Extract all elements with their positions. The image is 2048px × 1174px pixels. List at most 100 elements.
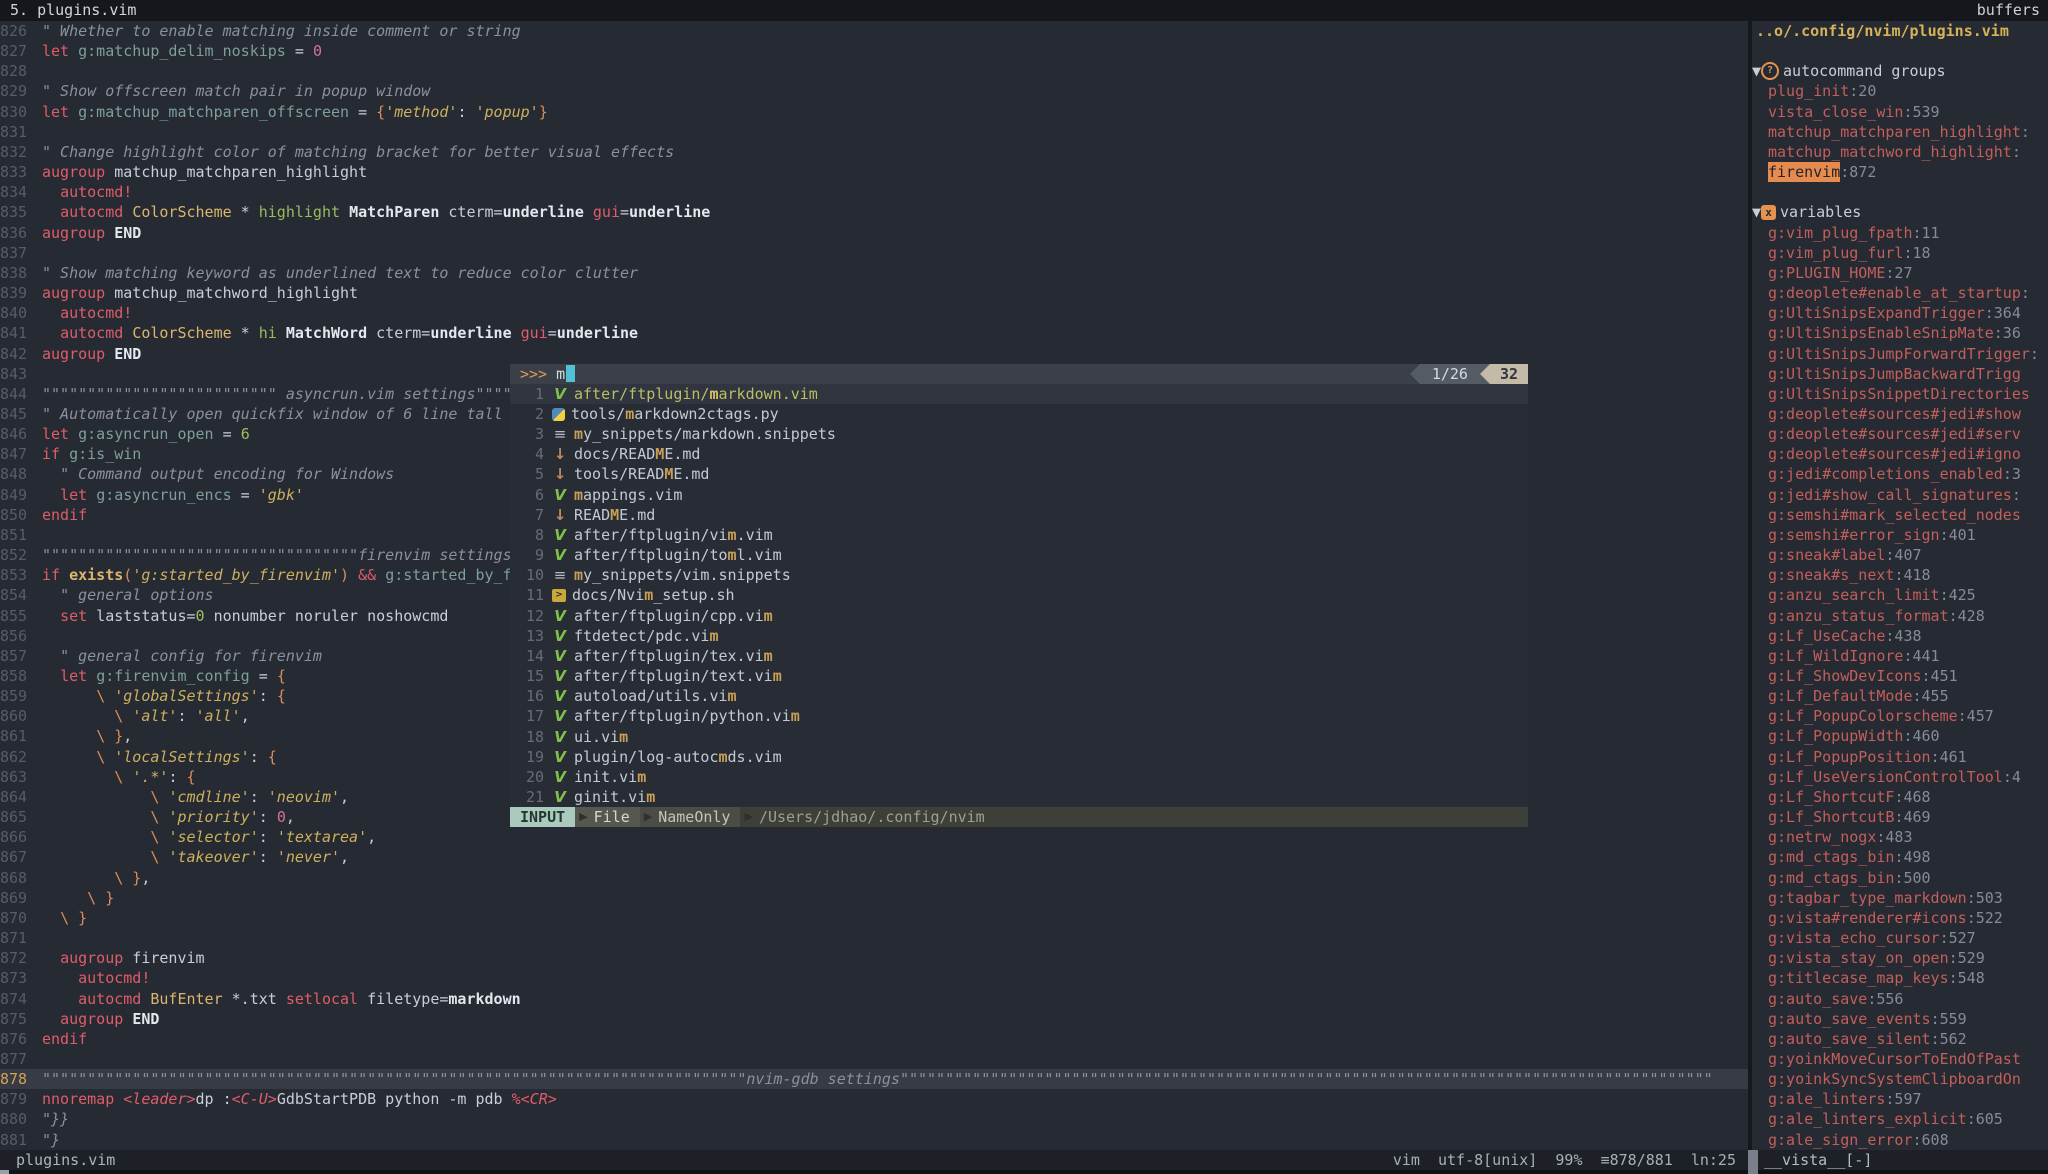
file-result-row[interactable]: 18Vui.vim: [510, 727, 1528, 747]
sidebar-tag-item[interactable]: g:ale_linters_explicit:605: [1752, 1109, 2048, 1129]
code-line[interactable]: 879nnoremap <leader>dp :<C-U>GdbStartPDB…: [0, 1089, 1748, 1109]
sidebar-section-header[interactable]: ▼?autocommand groups: [1752, 61, 2048, 81]
code-line[interactable]: 876endif: [0, 1029, 1748, 1049]
sidebar-tag-item[interactable]: g:UltiSnipsJumpBackwardTrigg: [1752, 364, 2048, 384]
code-line[interactable]: 867 \ 'takeover': 'never',: [0, 847, 1748, 867]
sidebar-tag-item[interactable]: g:Lf_WildIgnore:441: [1752, 646, 2048, 666]
search-input[interactable]: m: [556, 364, 565, 384]
sidebar-tag-item[interactable]: g:yoinkMoveCursorToEndOfPast: [1752, 1049, 2048, 1069]
code-line[interactable]: 872 augroup firenvim: [0, 948, 1748, 968]
file-result-row[interactable]: 13Vftdetect/pdc.vim: [510, 626, 1528, 646]
sidebar-tag-item[interactable]: g:Lf_DefaultMode:455: [1752, 686, 2048, 706]
code-line[interactable]: 870 \ }: [0, 908, 1748, 928]
sidebar-tag-item[interactable]: g:anzu_status_format:428: [1752, 606, 2048, 626]
sidebar-tag-item[interactable]: g:Lf_ShortcutF:468: [1752, 787, 2048, 807]
sidebar-tag-item[interactable]: g:deoplete#sources#jedi#serv: [1752, 424, 2048, 444]
tab-current-buffer[interactable]: 5. plugins.vim: [10, 0, 136, 21]
file-result-row[interactable]: 21Vginit.vim: [510, 787, 1528, 807]
sidebar-tag-item[interactable]: g:ale_sign_error:608: [1752, 1130, 2048, 1150]
code-line[interactable]: 873 autocmd!: [0, 968, 1748, 988]
code-line[interactable]: 874 autocmd BufEnter *.txt setlocal file…: [0, 989, 1748, 1009]
code-line[interactable]: 842augroup END: [0, 344, 1748, 364]
code-line[interactable]: 827let g:matchup_delim_noskips = 0: [0, 41, 1748, 61]
sidebar-tag-item[interactable]: g:deoplete#sources#jedi#show: [1752, 404, 2048, 424]
code-line[interactable]: 826" Whether to enable matching inside c…: [0, 21, 1748, 41]
code-line[interactable]: 828: [0, 61, 1748, 81]
code-line[interactable]: 871: [0, 928, 1748, 948]
file-result-row[interactable]: 2tools/markdown2ctags.py: [510, 404, 1528, 424]
sidebar-tag-item[interactable]: g:tagbar_type_markdown:503: [1752, 888, 2048, 908]
code-line[interactable]: 830let g:matchup_matchparen_offscreen = …: [0, 102, 1748, 122]
sidebar-tag-item[interactable]: g:vim_plug_fpath:11: [1752, 223, 2048, 243]
code-line[interactable]: 869 \ }: [0, 888, 1748, 908]
tabline-buffers-label[interactable]: buffers: [1977, 0, 2040, 21]
sidebar-tag-item[interactable]: g:vista_stay_on_open:529: [1752, 948, 2048, 968]
fold-arrow-icon[interactable]: ▼: [1752, 61, 1761, 81]
sidebar-section-header[interactable]: ▼xvariables: [1752, 202, 2048, 222]
sidebar-tag-item[interactable]: g:anzu_search_limit:425: [1752, 585, 2048, 605]
file-result-row[interactable]: 4↓docs/README.md: [510, 444, 1528, 464]
sidebar-tag-item[interactable]: g:vim_plug_furl:18: [1752, 243, 2048, 263]
code-line[interactable]: 877: [0, 1049, 1748, 1069]
sidebar-tag-item[interactable]: g:jedi#completions_enabled:3: [1752, 464, 2048, 484]
sidebar-tag-item[interactable]: g:Lf_UseVersionControlTool:4: [1752, 767, 2048, 787]
file-result-row[interactable]: 19Vplugin/log-autocmds.vim: [510, 747, 1528, 767]
file-result-row[interactable]: 11>docs/Nvim_setup.sh: [510, 585, 1528, 605]
code-line[interactable]: 831: [0, 122, 1748, 142]
sidebar-tag-item[interactable]: g:yoinkSyncSystemClipboardOn: [1752, 1069, 2048, 1089]
file-result-row[interactable]: 3≡my_snippets/markdown.snippets: [510, 424, 1528, 444]
file-result-row[interactable]: 9Vafter/ftplugin/toml.vim: [510, 545, 1528, 565]
sidebar-tag-item[interactable]: g:ale_linters:597: [1752, 1089, 2048, 1109]
sidebar-tag-item[interactable]: g:Lf_ShortcutB:469: [1752, 807, 2048, 827]
file-result-row[interactable]: 1Vafter/ftplugin/markdown.vim: [510, 384, 1528, 404]
sidebar-tag-item[interactable]: matchup_matchword_highlight:: [1752, 142, 2048, 162]
code-line[interactable]: 832" Change highlight color of matching …: [0, 142, 1748, 162]
code-line[interactable]: 829" Show offscreen match pair in popup …: [0, 81, 1748, 101]
file-result-row[interactable]: 7↓README.md: [510, 505, 1528, 525]
sidebar-tag-item[interactable]: g:vista#renderer#icons:522: [1752, 908, 2048, 928]
code-line[interactable]: 840 autocmd!: [0, 303, 1748, 323]
sidebar-tag-item[interactable]: g:vista_echo_cursor:527: [1752, 928, 2048, 948]
code-line[interactable]: 866 \ 'selector': 'textarea',: [0, 827, 1748, 847]
sidebar-tag-item[interactable]: g:auto_save_silent:562: [1752, 1029, 2048, 1049]
code-line[interactable]: 868 \ },: [0, 868, 1748, 888]
sidebar-tag-item[interactable]: g:Lf_UseCache:438: [1752, 626, 2048, 646]
code-line[interactable]: 881"}: [0, 1130, 1748, 1150]
sidebar-tag-item[interactable]: g:auto_save:556: [1752, 989, 2048, 1009]
leaderf-prompt[interactable]: >>> m 1/26 32: [510, 364, 1528, 384]
code-line[interactable]: 880"}}: [0, 1109, 1748, 1129]
sidebar-tag-item[interactable]: g:UltiSnipsSnippetDirectories: [1752, 384, 2048, 404]
sidebar-tag-item[interactable]: g:Lf_PopupColorscheme:457: [1752, 706, 2048, 726]
file-result-row[interactable]: 14Vafter/ftplugin/tex.vim: [510, 646, 1528, 666]
sidebar-tag-item[interactable]: g:UltiSnipsExpandTrigger:364: [1752, 303, 2048, 323]
file-result-row[interactable]: 12Vafter/ftplugin/cpp.vim: [510, 606, 1528, 626]
sidebar-tag-item[interactable]: g:netrw_nogx:483: [1752, 827, 2048, 847]
sidebar-tag-item[interactable]: g:semshi#error_sign:401: [1752, 525, 2048, 545]
file-result-row[interactable]: 17Vafter/ftplugin/python.vim: [510, 706, 1528, 726]
file-result-row[interactable]: 20Vinit.vim: [510, 767, 1528, 787]
file-result-row[interactable]: 6Vmappings.vim: [510, 485, 1528, 505]
file-result-row[interactable]: 10≡my_snippets/vim.snippets: [510, 565, 1528, 585]
code-line[interactable]: 839augroup matchup_matchword_highlight: [0, 283, 1748, 303]
code-line[interactable]: 837: [0, 243, 1748, 263]
sidebar-tag-item[interactable]: g:titlecase_map_keys:548: [1752, 968, 2048, 988]
sidebar-tag-item[interactable]: g:Lf_PopupPosition:461: [1752, 747, 2048, 767]
sidebar-tag-item[interactable]: firenvim:872: [1752, 162, 2048, 182]
file-result-row[interactable]: 16Vautoload/utils.vim: [510, 686, 1528, 706]
code-line[interactable]: 835 autocmd ColorScheme * highlight Matc…: [0, 202, 1748, 222]
sidebar-tag-item[interactable]: g:Lf_PopupWidth:460: [1752, 726, 2048, 746]
sidebar-tag-item[interactable]: vista_close_win:539: [1752, 102, 2048, 122]
sidebar-tag-item[interactable]: g:PLUGIN_HOME:27: [1752, 263, 2048, 283]
code-line[interactable]: 834 autocmd!: [0, 182, 1748, 202]
code-line[interactable]: 838" Show matching keyword as underlined…: [0, 263, 1748, 283]
sidebar-tag-item[interactable]: g:UltiSnipsJumpForwardTrigger:: [1752, 344, 2048, 364]
sidebar-tag-item[interactable]: g:deoplete#enable_at_startup:: [1752, 283, 2048, 303]
sidebar-tag-item[interactable]: g:jedi#show_call_signatures:: [1752, 485, 2048, 505]
sidebar-tag-item[interactable]: g:md_ctags_bin:500: [1752, 868, 2048, 888]
sidebar-scrollbar-thumb[interactable]: [1748, 1150, 1758, 1174]
sidebar-tag-item[interactable]: plug_init:20: [1752, 81, 2048, 101]
sidebar-tag-item[interactable]: g:Lf_ShowDevIcons:451: [1752, 666, 2048, 686]
sidebar-tag-item[interactable]: g:md_ctags_bin:498: [1752, 847, 2048, 867]
file-result-row[interactable]: 8Vafter/ftplugin/vim.vim: [510, 525, 1528, 545]
sidebar-tag-item[interactable]: g:sneak#s_next:418: [1752, 565, 2048, 585]
